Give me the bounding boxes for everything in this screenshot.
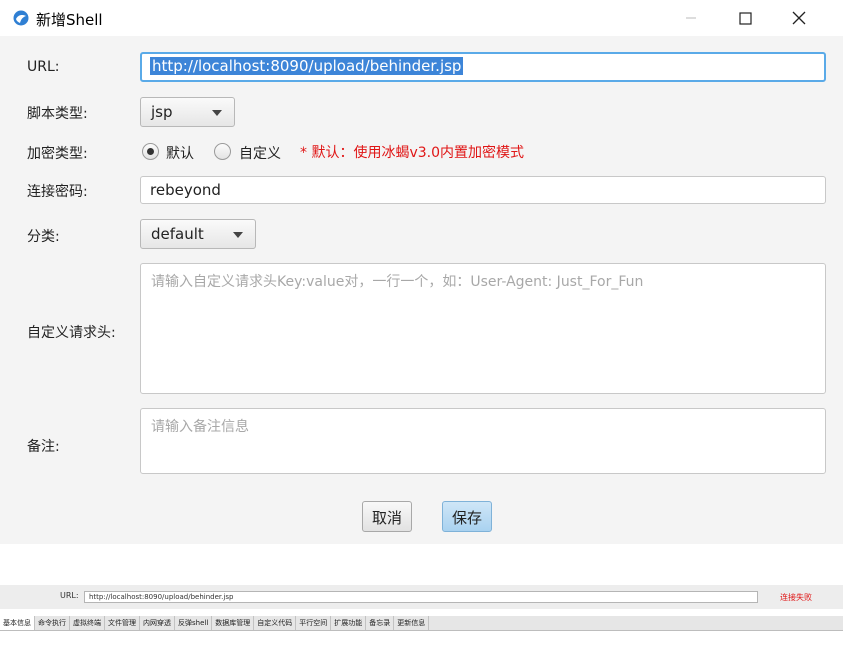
script-type-value: jsp xyxy=(151,103,173,121)
cancel-button[interactable]: 取消 xyxy=(362,501,413,532)
shell-url-value: http://localhost:8090/upload/behinder.js… xyxy=(89,593,234,601)
password-input[interactable]: rebeyond xyxy=(140,176,826,204)
tab-virtual-terminal[interactable]: 虚拟终端 xyxy=(70,616,105,630)
tab-parallel-space[interactable]: 平行空间 xyxy=(296,616,332,630)
radio-default[interactable] xyxy=(142,143,159,160)
encrypt-hint: * 默认：使用冰蝎v3.0内置加密模式 xyxy=(300,145,524,161)
tab-custom-code[interactable]: 自定义代码 xyxy=(254,616,297,630)
shell-url-label: URL: xyxy=(60,591,79,600)
url-input-value: http://localhost:8090/upload/behinder.js… xyxy=(150,57,464,75)
tab-file-manager[interactable]: 文件管理 xyxy=(105,616,140,630)
tab-memo[interactable]: 备忘录 xyxy=(366,616,395,630)
maximize-button[interactable] xyxy=(722,0,768,36)
shell-panel: URL: http://localhost:8090/upload/behind… xyxy=(0,585,843,647)
category-value: default xyxy=(151,225,204,243)
url-label: URL: xyxy=(27,59,60,75)
headers-label: 自定义请求头: xyxy=(27,325,116,341)
app-logo-icon xyxy=(13,10,29,26)
tab-extensions[interactable]: 扩展功能 xyxy=(331,616,367,630)
tab-command-exec[interactable]: 命令执行 xyxy=(35,616,70,630)
notes-placeholder: 请输入备注信息 xyxy=(151,419,249,435)
radio-default-label[interactable]: 默认 xyxy=(166,143,194,163)
url-input[interactable]: http://localhost:8090/upload/behinder.js… xyxy=(140,52,826,82)
minimize-button[interactable] xyxy=(668,0,714,36)
window-title: 新增Shell xyxy=(36,11,103,29)
encrypt-type-label: 加密类型: xyxy=(27,146,88,162)
chevron-down-icon xyxy=(233,232,243,238)
chevron-down-icon xyxy=(212,110,222,116)
radio-selected-dot xyxy=(147,148,154,155)
radio-custom-label[interactable]: 自定义 xyxy=(239,143,281,163)
shell-url-input[interactable]: http://localhost:8090/upload/behinder.js… xyxy=(84,591,758,603)
shell-tabs: 基本信息 命令执行 虚拟终端 文件管理 内网穿透 反弹shell 数据库管理 自… xyxy=(0,616,843,631)
category-label: 分类: xyxy=(27,229,60,245)
password-value: rebeyond xyxy=(150,181,221,199)
tab-intranet-tunnel[interactable]: 内网穿透 xyxy=(140,616,175,630)
maximize-icon xyxy=(738,11,752,25)
tab-database[interactable]: 数据库管理 xyxy=(212,616,255,630)
close-icon xyxy=(792,11,806,25)
notes-textarea[interactable]: 请输入备注信息 xyxy=(140,408,826,474)
shell-url-bar: URL: http://localhost:8090/upload/behind… xyxy=(0,585,843,609)
script-type-select[interactable]: jsp xyxy=(140,97,235,127)
category-select[interactable]: default xyxy=(140,219,256,249)
headers-placeholder: 请输入自定义请求头Key:value对，一行一个，如：User-Agent: J… xyxy=(151,274,644,290)
headers-textarea[interactable]: 请输入自定义请求头Key:value对，一行一个，如：User-Agent: J… xyxy=(140,263,826,394)
minimize-icon xyxy=(686,17,696,19)
script-type-label: 脚本类型: xyxy=(27,106,88,122)
radio-custom[interactable] xyxy=(214,143,231,160)
tab-basic-info[interactable]: 基本信息 xyxy=(0,616,35,630)
tab-update-info[interactable]: 更新信息 xyxy=(394,616,430,630)
save-button[interactable]: 保存 xyxy=(442,501,493,532)
title-bar: 新增Shell xyxy=(0,0,843,36)
notes-label: 备注: xyxy=(27,439,60,455)
tab-reverse-shell[interactable]: 反弹shell xyxy=(175,616,213,630)
close-button[interactable] xyxy=(776,0,822,36)
password-label: 连接密码: xyxy=(27,184,88,200)
new-shell-dialog: 新增Shell URL: http://localhost:8090/uploa… xyxy=(0,0,843,544)
connection-status: 连接失败 xyxy=(780,593,812,602)
